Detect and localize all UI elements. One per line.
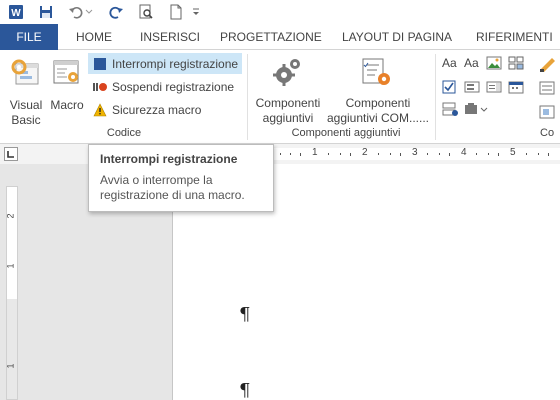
tab-home[interactable]: HOME bbox=[76, 24, 112, 50]
com-addins-label: Componenti aggiuntivi COM...... bbox=[326, 96, 430, 125]
visual-basic-label: Visual Basic bbox=[9, 98, 43, 127]
ribbon-tabs: FILE HOME INSERISCI PROGETTAZIONE LAYOUT… bbox=[0, 24, 560, 50]
vertical-ruler-mark: 1 bbox=[5, 263, 16, 269]
macro-icon bbox=[53, 60, 79, 84]
ruler-ticks bbox=[280, 153, 549, 156]
left-tab-icon bbox=[7, 151, 14, 158]
quick-access-toolbar: W bbox=[0, 0, 560, 24]
new-document-icon[interactable] bbox=[166, 2, 186, 22]
pause-recording-label: Sospendi registrazione bbox=[112, 79, 235, 94]
group-label-controls: Co bbox=[540, 127, 555, 139]
design-mode-icon[interactable] bbox=[538, 56, 558, 72]
tooltip-title: Interrompi registrazione bbox=[100, 152, 238, 166]
tab-references[interactable]: RIFERIMENTI bbox=[476, 24, 553, 50]
rich-text-control-icon[interactable]: Aa bbox=[442, 56, 460, 74]
com-addins-icon bbox=[362, 58, 390, 85]
gears-icon bbox=[273, 59, 300, 86]
plain-text-control-icon[interactable]: Aa bbox=[464, 56, 482, 74]
macro-security-button[interactable]: Sicurezza macro bbox=[88, 99, 242, 120]
group-control-icon[interactable] bbox=[538, 104, 558, 120]
visual-basic-button[interactable]: Visual Basic bbox=[6, 56, 43, 127]
visual-basic-icon bbox=[11, 59, 39, 85]
warning-icon bbox=[92, 102, 108, 118]
group-label-code: Codice bbox=[106, 127, 142, 139]
stop-recording-label: Interrompi registrazione bbox=[112, 56, 239, 71]
svg-text:W: W bbox=[11, 8, 21, 19]
macro-button[interactable]: Macro bbox=[48, 56, 86, 112]
tooltip: Interrompi registrazione Avvia o interro… bbox=[88, 144, 274, 212]
tab-design[interactable]: PROGETTAZIONE bbox=[220, 24, 322, 50]
repeating-section-control-icon[interactable] bbox=[442, 102, 458, 116]
combo-box-control-icon[interactable] bbox=[464, 80, 480, 94]
addins-label: Componenti aggiuntivi bbox=[255, 96, 321, 125]
customize-qat-icon[interactable] bbox=[190, 2, 202, 22]
undo-icon[interactable] bbox=[66, 2, 86, 22]
paragraph-mark: ¶ bbox=[239, 304, 251, 325]
tab-selector-button[interactable] bbox=[4, 147, 18, 161]
ribbon: Visual Basic Macro Interrompi registrazi… bbox=[0, 50, 560, 144]
word-icon[interactable]: W bbox=[6, 2, 26, 22]
building-block-control-icon[interactable] bbox=[508, 56, 524, 70]
picture-control-icon[interactable] bbox=[486, 56, 502, 70]
pause-recording-icon bbox=[92, 79, 108, 95]
tab-insert[interactable]: INSERISCI bbox=[140, 24, 200, 50]
checkbox-control-icon[interactable] bbox=[442, 80, 458, 94]
print-preview-icon[interactable] bbox=[136, 2, 156, 22]
stop-recording-button[interactable]: Interrompi registrazione bbox=[88, 53, 242, 74]
tab-page-layout[interactable]: LAYOUT DI PAGINA bbox=[342, 24, 452, 50]
group-label-addins: Componenti aggiuntivi bbox=[291, 127, 401, 139]
save-icon[interactable] bbox=[36, 2, 56, 22]
com-addins-button[interactable]: Componenti aggiuntivi COM...... bbox=[326, 54, 430, 125]
vertical-ruler[interactable]: 2 1 1 bbox=[6, 186, 18, 400]
stop-recording-icon bbox=[92, 56, 108, 72]
date-picker-control-icon[interactable] bbox=[508, 80, 524, 94]
tab-file[interactable]: FILE bbox=[0, 24, 58, 50]
vertical-ruler-mark: 1 bbox=[5, 363, 16, 369]
pause-recording-button[interactable]: Sospendi registrazione bbox=[88, 76, 242, 97]
group-separator bbox=[435, 54, 436, 140]
macro-label: Macro bbox=[50, 98, 84, 112]
tooltip-body: Avvia o interrompe la registrazione di u… bbox=[100, 173, 245, 202]
addins-button[interactable]: Componenti aggiuntivi bbox=[250, 54, 326, 125]
legacy-tools-icon[interactable] bbox=[464, 102, 488, 116]
ruler-bar: 1 2 3 4 5 bbox=[0, 144, 560, 164]
undo-dropdown-icon[interactable] bbox=[84, 2, 94, 22]
macro-security-label: Sicurezza macro bbox=[112, 102, 202, 117]
redo-icon[interactable] bbox=[106, 2, 126, 22]
paragraph-mark: ¶ bbox=[239, 380, 251, 400]
drop-down-list-control-icon[interactable] bbox=[486, 80, 502, 94]
group-separator bbox=[247, 54, 248, 140]
properties-icon[interactable] bbox=[538, 80, 558, 96]
vertical-ruler-mark: 2 bbox=[5, 213, 16, 219]
